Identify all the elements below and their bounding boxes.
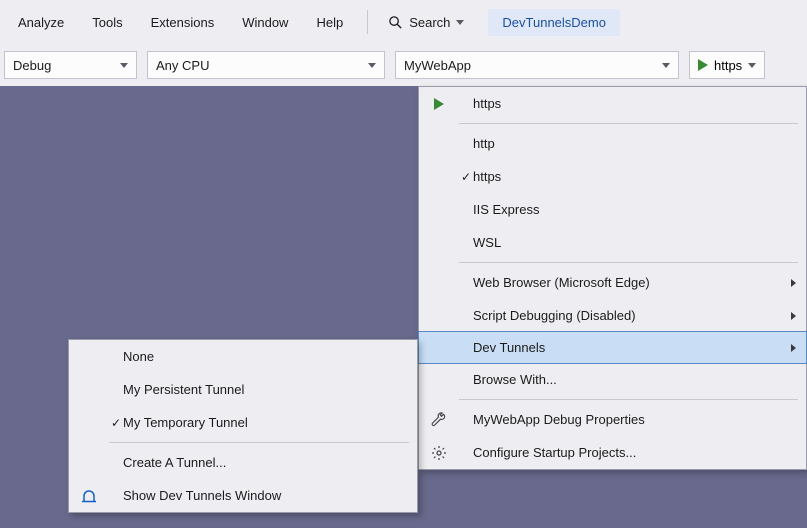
wrench-icon [431, 412, 447, 428]
chevron-right-icon [791, 344, 796, 352]
menu-help[interactable]: Help [302, 9, 357, 36]
search-label: Search [409, 15, 450, 30]
platform-value: Any CPU [156, 58, 209, 73]
menu-item-web-browser[interactable]: Web Browser (Microsoft Edge) [419, 266, 806, 299]
check-icon [461, 169, 471, 184]
menu-item-iis-express[interactable]: IIS Express [419, 193, 806, 226]
menu-label: IIS Express [473, 202, 796, 217]
config-dropdown[interactable]: Debug [4, 51, 137, 79]
chevron-right-icon [791, 279, 796, 287]
menu-label: http [473, 136, 796, 151]
menu-item-https-launch[interactable]: https [419, 87, 806, 120]
menu-analyze[interactable]: Analyze [4, 9, 78, 36]
menu-label: None [123, 349, 407, 364]
menu-item-show-tunnels-window[interactable]: Show Dev Tunnels Window [69, 479, 417, 512]
menubar: Analyze Tools Extensions Window Help Sea… [0, 0, 807, 44]
menu-label: MyWebApp Debug Properties [473, 412, 796, 427]
menu-label: Script Debugging (Disabled) [473, 308, 791, 323]
chevron-down-icon [662, 63, 670, 68]
menu-label: Dev Tunnels [473, 340, 791, 355]
separator [459, 262, 798, 263]
run-label: https [714, 58, 742, 73]
menu-item-create-tunnel[interactable]: Create A Tunnel... [69, 446, 417, 479]
config-value: Debug [13, 58, 51, 73]
menu-tools[interactable]: Tools [78, 9, 136, 36]
menu-item-https[interactable]: https [419, 160, 806, 193]
menu-label: Create A Tunnel... [123, 455, 407, 470]
chevron-down-icon [120, 63, 128, 68]
tunnel-item-none[interactable]: None [69, 340, 417, 373]
search-box[interactable]: Search [378, 11, 474, 34]
run-target-menu: https http https IIS Express WSL Web Bro… [418, 86, 807, 470]
check-icon [111, 415, 121, 430]
platform-dropdown[interactable]: Any CPU [147, 51, 385, 79]
menu-window[interactable]: Window [228, 9, 302, 36]
startup-project-dropdown[interactable]: MyWebApp [395, 51, 679, 79]
chevron-down-icon [368, 63, 376, 68]
separator [109, 442, 409, 443]
gear-icon [431, 445, 447, 461]
dev-tunnels-submenu: None My Persistent Tunnel My Temporary T… [68, 339, 418, 513]
menu-label: Configure Startup Projects... [473, 445, 796, 460]
menu-item-script-debugging[interactable]: Script Debugging (Disabled) [419, 299, 806, 332]
solution-chip[interactable]: DevTunnelsDemo [488, 9, 620, 36]
separator [459, 399, 798, 400]
separator [367, 10, 368, 34]
toolbar: Debug Any CPU MyWebApp https [0, 44, 807, 86]
play-icon [698, 59, 708, 71]
menu-label: Web Browser (Microsoft Edge) [473, 275, 791, 290]
tunnel-item-temporary[interactable]: My Temporary Tunnel [69, 406, 417, 439]
menu-label: https [473, 169, 796, 184]
chevron-down-icon [748, 63, 756, 68]
tunnel-icon [81, 488, 97, 504]
menu-label: Show Dev Tunnels Window [123, 488, 407, 503]
menu-item-browse-with[interactable]: Browse With... [419, 363, 806, 396]
chevron-down-icon [456, 20, 464, 25]
menu-label: https [473, 96, 796, 111]
separator [459, 123, 798, 124]
menu-item-dev-tunnels[interactable]: Dev Tunnels [418, 331, 807, 364]
menu-item-http[interactable]: http [419, 127, 806, 160]
menu-label: My Persistent Tunnel [123, 382, 407, 397]
search-icon [388, 15, 403, 30]
menu-label: My Temporary Tunnel [123, 415, 407, 430]
menu-item-configure-startup[interactable]: Configure Startup Projects... [419, 436, 806, 469]
menu-extensions[interactable]: Extensions [137, 9, 229, 36]
menu-label: WSL [473, 235, 796, 250]
chevron-right-icon [791, 312, 796, 320]
menu-item-debug-properties[interactable]: MyWebApp Debug Properties [419, 403, 806, 436]
startup-value: MyWebApp [404, 58, 471, 73]
run-button[interactable]: https [689, 51, 765, 79]
menu-item-wsl[interactable]: WSL [419, 226, 806, 259]
play-icon [434, 98, 444, 110]
menu-label: Browse With... [473, 372, 796, 387]
tunnel-item-persistent[interactable]: My Persistent Tunnel [69, 373, 417, 406]
